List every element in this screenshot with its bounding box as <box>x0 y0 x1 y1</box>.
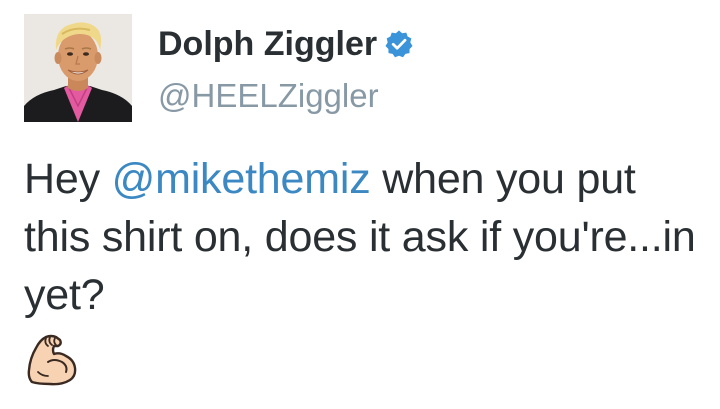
author-avatar[interactable] <box>24 14 132 122</box>
tweet-text-part1: Hey <box>24 155 112 203</box>
author-name[interactable]: Dolph Ziggler <box>158 24 377 64</box>
author-handle[interactable]: @HEELZiggler <box>158 76 379 116</box>
tweet-text: Hey @mikethemiz when you put this shirt … <box>24 150 704 324</box>
tweet-card: Dolph Ziggler @HEELZiggler Hey @mikethem… <box>0 0 720 409</box>
mention-link[interactable]: @mikethemiz <box>112 155 371 203</box>
flexed-biceps-icon <box>24 332 80 388</box>
avatar-photo <box>24 14 132 122</box>
verified-badge-icon <box>384 29 414 59</box>
author-name-row[interactable]: Dolph Ziggler <box>158 24 414 64</box>
